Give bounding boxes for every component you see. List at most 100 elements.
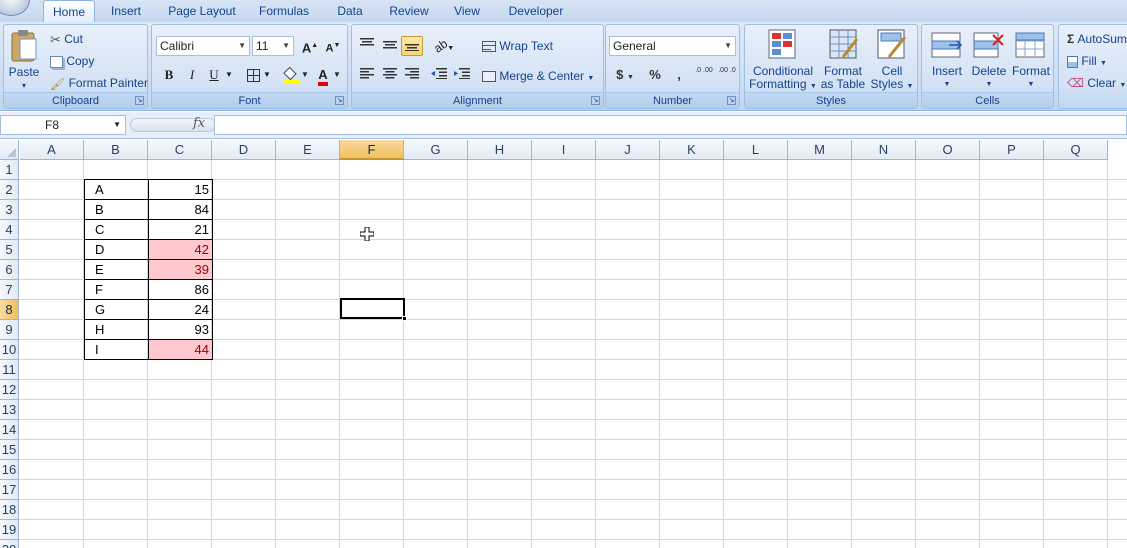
column-header-p[interactable]: P [980,140,1044,160]
table-cell-label[interactable]: I [84,339,149,360]
align-middle-button[interactable] [379,36,401,56]
table-cell-value[interactable]: 93 [148,319,213,340]
tab-page-layout[interactable]: Page Layout [163,0,241,22]
table-cell-label[interactable]: H [84,319,149,340]
row-header-2[interactable]: 2 [0,180,19,200]
table-cell-value[interactable]: 24 [148,299,213,320]
column-header-q[interactable]: Q [1044,140,1108,160]
tab-insert[interactable]: Insert [104,0,148,22]
row-header-18[interactable]: 18 [0,500,19,520]
wrap-text-button[interactable]: Wrap Text [482,39,553,53]
row-header-1[interactable]: 1 [0,160,19,180]
column-header-d[interactable]: D [212,140,276,160]
align-bottom-button[interactable] [401,36,423,56]
table-cell-label[interactable]: D [84,239,149,260]
column-header-h[interactable]: H [468,140,532,160]
underline-button[interactable]: U [203,65,225,85]
tab-review[interactable]: Review [382,0,436,22]
row-header-19[interactable]: 19 [0,520,19,540]
decrease-decimal-button[interactable]: .00 .0 [716,65,738,85]
column-header-f[interactable]: F [340,140,404,160]
clear-button[interactable]: ⌫ Clear ▼ [1067,76,1126,93]
clipboard-launcher-icon[interactable]: ↘ [135,96,144,105]
row-header-7[interactable]: 7 [0,280,19,300]
table-cell-label[interactable]: F [84,279,149,300]
table-cell-label[interactable]: G [84,299,149,320]
column-header-a[interactable]: A [20,140,84,160]
align-top-button[interactable] [356,36,378,56]
column-header-m[interactable]: M [788,140,852,160]
table-cell-value[interactable]: 86 [148,279,213,300]
row-header-12[interactable]: 12 [0,380,19,400]
increase-decimal-button[interactable]: .0 .00 [693,65,715,85]
cell-styles-button[interactable]: Cell Styles ▼ [869,27,915,91]
tab-developer[interactable]: Developer [502,0,570,22]
insert-cells-button[interactable]: Insert ▼ [926,27,968,91]
chevron-down-icon[interactable]: ▼ [332,65,342,85]
office-button[interactable] [0,0,30,16]
align-center-button[interactable] [379,65,401,85]
table-cell-label[interactable]: B [84,199,149,220]
comma-button[interactable]: , [668,65,690,85]
column-header-o[interactable]: O [916,140,980,160]
row-header-5[interactable]: 5 [0,240,19,260]
autosum-button[interactable]: Σ AutoSum [1067,32,1127,46]
conditional-formatting-button[interactable]: Conditional Formatting ▼ [749,27,817,91]
column-header-i[interactable]: I [532,140,596,160]
table-cell-value[interactable]: 44 [148,339,213,360]
currency-button[interactable]: $ ▼ [610,65,640,85]
column-header-l[interactable]: L [724,140,788,160]
row-header-15[interactable]: 15 [0,440,19,460]
italic-button[interactable]: I [181,65,203,85]
column-header-b[interactable]: B [84,140,148,160]
column-header-n[interactable]: N [852,140,916,160]
number-launcher-icon[interactable]: ↘ [727,96,736,105]
table-cell-label[interactable]: A [84,179,149,200]
fill-color-button[interactable] [280,65,302,85]
row-header-17[interactable]: 17 [0,480,19,500]
align-left-button[interactable] [356,65,378,85]
row-header-3[interactable]: 3 [0,200,19,220]
row-header-8[interactable]: 8 [0,300,19,320]
name-box[interactable]: F8 ▼ [0,115,126,135]
column-header-j[interactable]: J [596,140,660,160]
formula-input[interactable] [214,115,1127,135]
insert-function-button[interactable]: fx [193,116,205,131]
decrease-indent-button[interactable] [428,65,450,85]
row-header-13[interactable]: 13 [0,400,19,420]
increase-indent-button[interactable] [451,65,473,85]
table-cell-value[interactable]: 39 [148,259,213,280]
align-right-button[interactable] [401,65,423,85]
row-header-16[interactable]: 16 [0,460,19,480]
shrink-font-button[interactable]: A▼ [322,36,344,56]
font-size-select[interactable]: 11 ▼ [252,36,294,56]
spreadsheet-grid[interactable]: ABCDEFGHIJKLMNOPQ 1 2 3 4 5 6 7 8 9 10 11 12 13 14 15 1… [0,140,1127,548]
row-header-4[interactable]: 4 [0,220,19,240]
chevron-down-icon[interactable]: ▼ [224,65,234,85]
column-header-g[interactable]: G [404,140,468,160]
column-header-k[interactable]: K [660,140,724,160]
table-cell-label[interactable]: E [84,259,149,280]
fill-handle[interactable] [402,316,407,321]
table-cell-value[interactable]: 42 [148,239,213,260]
active-cell-selection[interactable] [340,298,405,319]
percent-button[interactable]: % [644,65,666,85]
merge-center-button[interactable]: Merge & Center ▼ [482,69,594,86]
alignment-launcher-icon[interactable]: ↘ [591,96,600,105]
font-color-button[interactable]: A [312,65,334,86]
table-cell-label[interactable]: C [84,219,149,240]
borders-button[interactable] [242,65,264,85]
chevron-down-icon[interactable]: ▼ [262,65,272,85]
font-family-select[interactable]: Calibri ▼ [156,36,250,56]
tab-home[interactable]: Home [43,0,95,22]
format-cells-button[interactable]: Format ▼ [1010,27,1052,91]
tab-data[interactable]: Data [330,0,370,22]
row-header-10[interactable]: 10 [0,340,19,360]
table-cell-value[interactable]: 84 [148,199,213,220]
paste-button[interactable]: Paste ▾ [6,27,42,90]
column-header-e[interactable]: E [276,140,340,160]
row-header-20[interactable]: 20 [0,540,19,548]
table-cell-value[interactable]: 21 [148,219,213,240]
font-launcher-icon[interactable]: ↘ [335,96,344,105]
chevron-down-icon[interactable]: ▼ [300,65,310,85]
